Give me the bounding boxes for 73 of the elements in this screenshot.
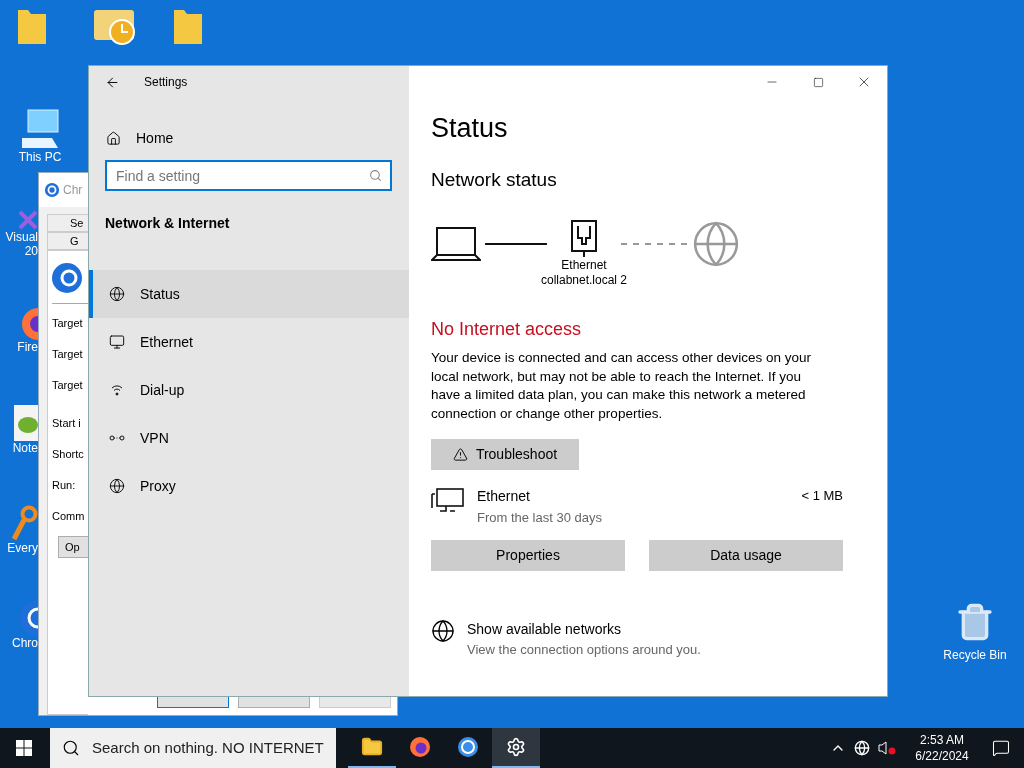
nav-item[interactable]: Status [89, 270, 409, 318]
warning-icon [452, 447, 468, 462]
maximize-icon[interactable] [812, 76, 824, 88]
back-icon[interactable] [105, 74, 120, 90]
section-title: Network status [431, 167, 558, 192]
action-button[interactable]: Data usage [649, 539, 843, 571]
field-label: Target [52, 378, 83, 392]
section-title: Network & Internet [105, 214, 231, 233]
dial-up-icon [109, 382, 125, 398]
windows-start-icon[interactable] [16, 740, 32, 756]
networks-link[interactable]: Show available networks [467, 618, 701, 640]
cross-icon [18, 210, 38, 230]
folder-icon [361, 736, 383, 758]
page-title: Status [431, 112, 509, 145]
field-label: Target [52, 347, 83, 361]
window-title: Settings [144, 74, 188, 91]
tab[interactable]: G [47, 232, 88, 250]
clock-date: 6/22/2024 [915, 748, 969, 764]
open-button[interactable]: Op [58, 536, 90, 558]
troubleshoot-button[interactable]: Troubleshoot [431, 439, 579, 470]
status-message: Your device is connected and can access other devices on your local network, but may not be able to reach the Internet. If you have a limited data plan, you can make this network a metered connection or change other properties. [431, 349, 812, 423]
dialog-button[interactable] [157, 697, 229, 708]
field-label: Run: [52, 478, 76, 492]
icon-label: Recycle Bin [943, 647, 1007, 664]
icon-label: Visual [5, 230, 38, 244]
laptop-icon [431, 226, 481, 262]
ring-icon [44, 182, 60, 198]
connection-detail: From the last 30 days [477, 509, 603, 527]
search-icon [62, 739, 80, 757]
icon-label: Note [12, 441, 38, 455]
field-label: Comm [52, 509, 85, 523]
icon-label: Every [7, 541, 38, 555]
field-label: Target [52, 316, 83, 330]
data-usage-amount: < 1 MB [801, 487, 843, 505]
network-label: collabnet.local 2 [540, 273, 628, 288]
connection-line [485, 243, 547, 245]
tab[interactable]: Se [47, 214, 88, 232]
home-icon [106, 130, 121, 146]
muted-speaker-icon[interactable] [878, 740, 896, 756]
home-item[interactable]: Home [106, 123, 409, 153]
clock-time: 2:53 AM [920, 732, 964, 748]
ring-icon [52, 263, 82, 293]
icon-label: 20 [24, 244, 38, 258]
field-label: Start i [52, 416, 81, 430]
icon-label: Fire [17, 340, 38, 354]
notifications-icon[interactable] [992, 739, 1010, 757]
networks-detail: View the connection options around you. [467, 640, 701, 659]
monitor-icon [109, 334, 125, 350]
nav-item[interactable]: VPN [89, 414, 409, 462]
nav-item[interactable]: Dial-up [89, 366, 409, 414]
nav-item[interactable]: Proxy [89, 462, 409, 510]
globe-icon [109, 286, 125, 302]
connection-name: Ethernet [477, 487, 531, 506]
taskbar-app[interactable] [492, 728, 540, 768]
globe-icon [431, 618, 455, 643]
action-button[interactable]: Properties [431, 539, 625, 571]
taskbar-search-field[interactable]: Search on nothing. NO INTERNET [50, 728, 336, 768]
nav-item[interactable]: Ethernet [89, 318, 409, 366]
fox-globe-icon [409, 736, 431, 758]
window-title: Chr [63, 182, 83, 199]
wired-computer-icon [431, 486, 465, 514]
globe-icon [109, 478, 125, 494]
field-label: Shortc [52, 447, 84, 461]
globe-icon[interactable] [854, 740, 870, 756]
adapter-label: Ethernet [561, 258, 607, 273]
magnifier-icon [12, 505, 38, 541]
settings-icon [506, 737, 526, 757]
search-field[interactable]: Find a setting [105, 160, 392, 191]
icon-label: This PC [18, 150, 62, 164]
search-icon [369, 169, 382, 182]
ring-icon [457, 736, 479, 758]
icon-label: Chro [12, 636, 38, 650]
alert-text: No Internet access [431, 318, 582, 341]
